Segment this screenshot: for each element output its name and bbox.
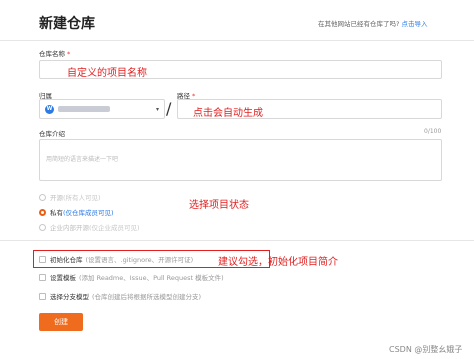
visibility-option-label-text: 私有 (50, 209, 63, 217)
header-divider (0, 40, 474, 41)
visibility-option-enterprise[interactable]: 企业内部开源(仅企业成员可见) (39, 222, 140, 232)
checkbox-init-repo[interactable] (39, 255, 46, 263)
template-option[interactable]: 设置模板 (添加 Readme、Issue、Pull Request 模板文件) (39, 272, 224, 282)
visibility-option-label-text: 开源 (50, 194, 63, 202)
repo-name-annotation: 自定义的项目名称 (67, 68, 147, 79)
visibility-option-label-text: 企业内部开源 (50, 224, 89, 232)
branch-model-sub: (仓库创建后将根据所选模型创建分支) (92, 293, 202, 301)
visibility-option-sub: (仅企业成员可见) (89, 224, 140, 232)
import-link[interactable]: 点击导入 (402, 20, 428, 28)
owner-name-redacted (58, 106, 110, 112)
template-sub: (添加 Readme、Issue、Pull Request 模板文件) (79, 274, 224, 282)
owner-select[interactable]: W ▾ (39, 99, 165, 119)
init-repo-option[interactable]: 初始化仓库 (设置语言、.gitignore、开源许可证) (39, 254, 193, 264)
section-divider (0, 240, 474, 241)
init-annotation: 建议勾选，初始化项目简介 (218, 257, 338, 268)
path-separator: / (166, 99, 172, 118)
create-button[interactable]: 创建 (39, 313, 83, 331)
page-title: 新建仓库 (39, 16, 95, 32)
checkbox-template[interactable] (39, 273, 46, 281)
init-repo-sub: (设置语言、.gitignore、开源许可证) (85, 256, 194, 264)
radio-private[interactable] (39, 208, 46, 216)
description-textarea[interactable]: 用简短的语言来描述一下吧 (39, 139, 442, 181)
owner-avatar: W (45, 104, 54, 114)
csdn-watermark: CSDN @别整幺娥子 (389, 345, 463, 354)
visibility-option-sub: (仅仓库成员可见) (63, 209, 114, 217)
description-placeholder: 用简短的语言来描述一下吧 (46, 156, 119, 163)
init-repo-label-text: 初始化仓库 (50, 256, 83, 264)
radio-public[interactable] (39, 193, 46, 201)
visibility-option-label: 企业内部开源(仅企业成员可见) (50, 222, 140, 232)
required-mark: * (67, 50, 71, 58)
import-hint-text: 在其他网站已经有仓库了吗? (318, 20, 400, 28)
description-label: 仓库介绍 (39, 130, 65, 138)
init-repo-label: 初始化仓库 (设置语言、.gitignore、开源许可证) (50, 254, 193, 264)
repo-name-label: 仓库名称 * (39, 48, 70, 58)
checkbox-branch-model[interactable] (39, 292, 46, 300)
branch-model-label-text: 选择分支模型 (50, 293, 89, 301)
visibility-option-label: 私有(仅仓库成员可见) (50, 207, 114, 217)
template-label-text: 设置模板 (50, 274, 76, 282)
repo-name-label-text: 仓库名称 (39, 50, 65, 58)
radio-enterprise[interactable] (39, 223, 46, 231)
import-hint: 在其他网站已经有仓库了吗? 点击导入 (318, 18, 428, 28)
visibility-option-private[interactable]: 私有(仅仓库成员可见) (39, 207, 114, 217)
visibility-annotation: 选择项目状态 (189, 200, 249, 211)
branch-model-label: 选择分支模型 (仓库创建后将根据所选模型创建分支) (50, 291, 201, 301)
path-annotation: 点击会自动生成 (193, 108, 263, 119)
chevron-down-icon: ▾ (155, 105, 159, 113)
branch-model-option[interactable]: 选择分支模型 (仓库创建后将根据所选模型创建分支) (39, 291, 201, 301)
visibility-option-sub: (所有人可见) (63, 194, 101, 202)
template-label: 设置模板 (添加 Readme、Issue、Pull Request 模板文件) (50, 272, 224, 282)
visibility-option-public[interactable]: 开源(所有人可见) (39, 192, 101, 202)
description-counter: 0/100 (424, 128, 442, 135)
visibility-option-label: 开源(所有人可见) (50, 192, 101, 202)
